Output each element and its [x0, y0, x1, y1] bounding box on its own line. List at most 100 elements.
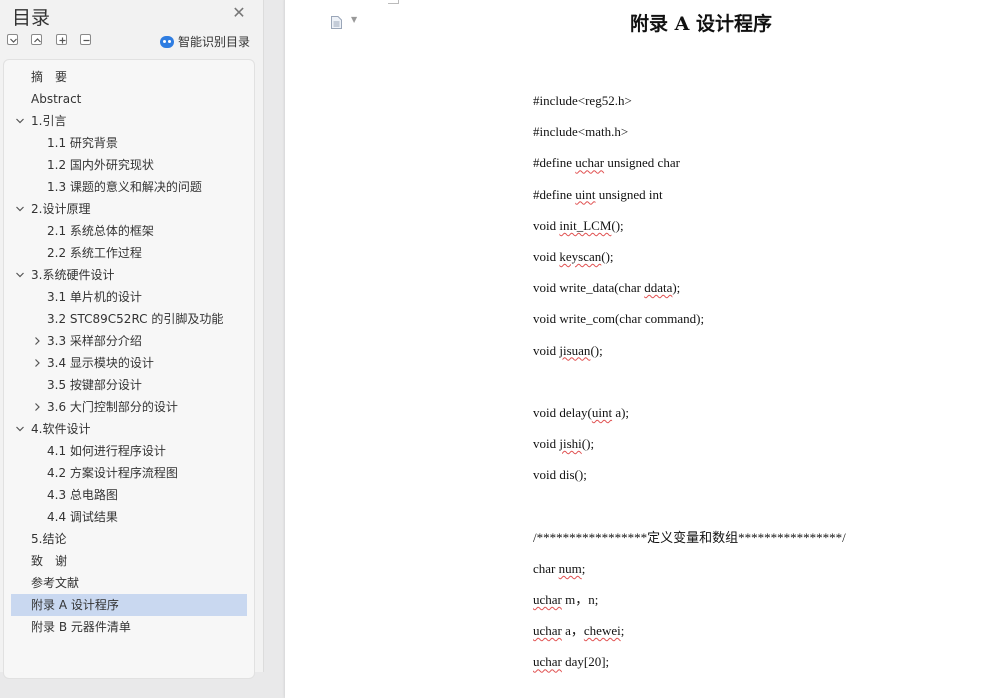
- code-token: ();: [590, 342, 603, 358]
- close-icon[interactable]: ✕: [231, 5, 247, 21]
- toc-item-label: 2.2 系统工作过程: [47, 246, 142, 260]
- toc-item-label: 4.4 调试结果: [47, 510, 118, 524]
- toc-item[interactable]: 2.2 系统工作过程: [4, 242, 254, 264]
- add-level-icon[interactable]: [56, 34, 67, 45]
- code-line: void keyscan();: [533, 248, 846, 279]
- toc-item[interactable]: 4.3 总电路图: [4, 484, 254, 506]
- toc-item-label: 3.1 单片机的设计: [47, 290, 142, 304]
- toc-item[interactable]: 1.引言: [4, 110, 254, 132]
- toc-item[interactable]: 附录 B 元器件清单: [4, 616, 254, 638]
- toc-list: 摘 要 Abstract 1.引言 1.1 研究背景 1.2 国内外研究现状 1.3 课题…: [4, 66, 254, 638]
- toc-item-label: 4.软件设计: [31, 422, 91, 436]
- code-line: #define uchar unsigned char: [533, 154, 846, 185]
- chevron-right-icon[interactable]: [32, 330, 42, 352]
- toc-item[interactable]: Abstract: [4, 88, 254, 110]
- chevron-down-icon[interactable]: [15, 418, 25, 440]
- toc-item[interactable]: 参考文献: [4, 572, 254, 594]
- toc-item-label: 4.1 如何进行程序设计: [47, 444, 166, 458]
- code-token: ;: [620, 623, 625, 639]
- code-line: #define uint unsigned int: [533, 186, 846, 217]
- code-token: );: [672, 280, 681, 296]
- misspelled-token: uchar: [533, 654, 562, 670]
- toc-item[interactable]: 4.4 调试结果: [4, 506, 254, 528]
- chevron-right-icon[interactable]: [32, 396, 42, 418]
- toc-item-label: 3.3 采样部分介绍: [47, 334, 142, 348]
- toc-item[interactable]: 3.5 按键部分设计: [4, 374, 254, 396]
- toc-item[interactable]: 3.2 STC89C52RC 的引脚及功能: [4, 308, 254, 330]
- toc-item[interactable]: 附录 A 设计程序: [11, 594, 247, 616]
- toc-item[interactable]: 3.3 采样部分介绍: [4, 330, 254, 352]
- collapse-all-icon[interactable]: [7, 34, 18, 45]
- code-token: void write_data(char: [533, 280, 645, 296]
- code-line: #include<reg52.h>: [533, 92, 846, 123]
- sidebar-title: 目录: [12, 7, 51, 29]
- code-block: #include<reg52.h> #include<math.h> #define…: [533, 92, 846, 685]
- toc-item[interactable]: 4.1 如何进行程序设计: [4, 440, 254, 462]
- toc-item-label: 3.系统硬件设计: [31, 268, 115, 282]
- toc-item[interactable]: 3.系统硬件设计: [4, 264, 254, 286]
- code-line: char num;: [533, 560, 846, 591]
- toc-sidebar: 目录 ✕ 智能识别目录 摘 要 Abstract 1.引言 1.1 研究背景 1.2 国…: [0, 0, 264, 679]
- code-line: void dis();: [533, 466, 846, 497]
- code-token: a);: [612, 404, 630, 420]
- toc-item[interactable]: 4.软件设计: [4, 418, 254, 440]
- toc-item[interactable]: 4.2 方案设计程序流程图: [4, 462, 254, 484]
- code-token: #define: [533, 186, 576, 202]
- toc-item-label: Abstract: [31, 92, 82, 106]
- toc-item[interactable]: 3.6 大门控制部分的设计: [4, 396, 254, 418]
- margin-marker: [388, 3, 398, 4]
- toc-item-label: 3.4 显示模块的设计: [47, 356, 154, 370]
- toc-item[interactable]: 1.1 研究背景: [4, 132, 254, 154]
- toc-item[interactable]: 5.结论: [4, 528, 254, 550]
- toc-item[interactable]: 3.1 单片机的设计: [4, 286, 254, 308]
- toc-item-label: 2.1 系统总体的框架: [47, 224, 154, 238]
- toc-item[interactable]: 2.设计原理: [4, 198, 254, 220]
- toc-item-label: 2.设计原理: [31, 202, 91, 216]
- smart-toc-button[interactable]: 智能识别目录: [160, 33, 250, 49]
- code-line: void jishi();: [533, 435, 846, 466]
- toc-item-label: 3.2 STC89C52RC 的引脚及功能: [47, 312, 224, 326]
- toc-item[interactable]: 3.4 显示模块的设计: [4, 352, 254, 374]
- code-token: #include<reg52.h>: [533, 93, 632, 108]
- misspelled-token: uint: [591, 404, 613, 420]
- code-line: uchar a，chewei;: [533, 622, 846, 653]
- toc-item-label: 4.3 总电路图: [47, 488, 118, 502]
- code-token: void: [533, 342, 560, 358]
- toc-item[interactable]: 2.1 系统总体的框架: [4, 220, 254, 242]
- toc-item-label: 4.2 方案设计程序流程图: [47, 466, 178, 480]
- code-token: unsigned int: [595, 186, 663, 202]
- toc-item-label: 1.引言: [31, 114, 67, 128]
- code-token: void: [533, 436, 560, 452]
- remove-level-icon[interactable]: [80, 34, 91, 45]
- document-page: ▼ 附录 A 设计程序 #include<reg52.h> #include<ma…: [285, 0, 1008, 698]
- toc-item-label: 1.2 国内外研究现状: [47, 158, 154, 172]
- chevron-down-icon[interactable]: [15, 264, 25, 286]
- code-token: void dis();: [533, 467, 587, 483]
- code-token: #include<math.h>: [533, 124, 629, 140]
- chevron-down-icon[interactable]: [15, 198, 25, 220]
- code-token: m，n;: [561, 592, 599, 607]
- toc-item[interactable]: 1.3 课题的意义和解决的问题: [4, 176, 254, 198]
- toc-item-label: 1.3 课题的意义和解决的问题: [47, 180, 202, 194]
- code-token: void: [533, 217, 560, 233]
- code-token: ();: [611, 217, 624, 233]
- code-line: #include<math.h>: [533, 123, 846, 154]
- code-token: /*****************定义变量和数组***************…: [533, 529, 846, 545]
- chevron-down-icon[interactable]: [15, 110, 25, 132]
- misspelled-token: uchar: [533, 623, 562, 639]
- chevron-right-icon[interactable]: [32, 352, 42, 374]
- code-token: void write_com(char command);: [533, 311, 705, 327]
- code-line: void init_LCM();: [533, 217, 846, 248]
- code-line: /*****************定义变量和数组***************…: [533, 529, 846, 560]
- expand-up-icon[interactable]: [31, 34, 42, 45]
- toc-item[interactable]: 摘 要: [4, 66, 254, 88]
- toc-item[interactable]: 1.2 国内外研究现状: [4, 154, 254, 176]
- ai-robot-icon: [160, 36, 174, 48]
- toc-item[interactable]: 致 谢: [4, 550, 254, 572]
- misspelled-token: uchar: [533, 592, 562, 607]
- code-token: void delay(: [533, 404, 592, 420]
- misspelled-token: keyscan: [559, 248, 602, 264]
- code-token: char: [533, 560, 559, 576]
